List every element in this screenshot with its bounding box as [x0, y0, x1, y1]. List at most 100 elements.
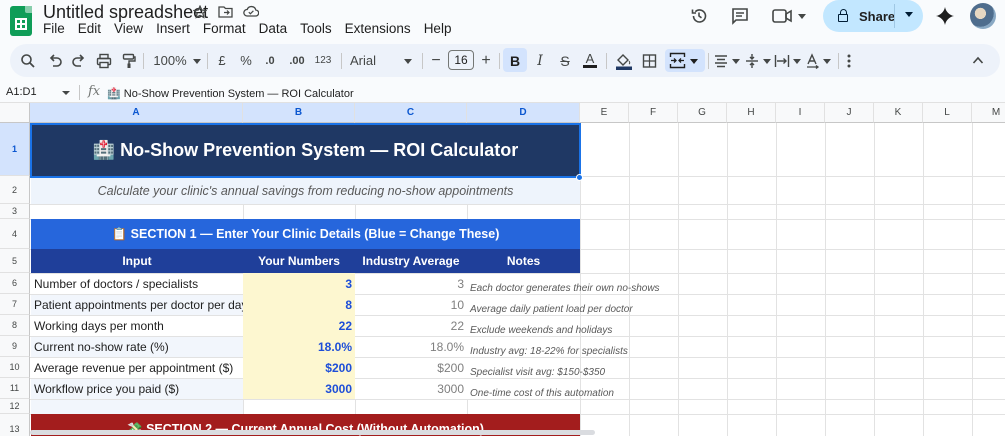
star-icon[interactable]	[193, 5, 207, 19]
spreadsheet-grid[interactable]: A B C D E F G H I J K L M 1 2 3 4 5 6 7 …	[0, 103, 1005, 436]
column-header-k[interactable]: K	[874, 103, 923, 123]
increase-decimal-button[interactable]: .00	[286, 44, 308, 77]
meet-dropdown-icon[interactable]	[798, 14, 806, 19]
borders-icon[interactable]	[642, 53, 657, 69]
search-menus-icon[interactable]	[20, 53, 36, 69]
note-no-show-rate[interactable]: Industry avg: 18-22% for specialists	[467, 341, 687, 362]
more-options-icon[interactable]	[847, 54, 851, 68]
column-header-a[interactable]: A	[30, 103, 243, 123]
row-header-1[interactable]: 1	[0, 123, 30, 176]
average-working-days[interactable]: 22	[355, 315, 467, 336]
column-header-h[interactable]: H	[727, 103, 776, 123]
header-your-numbers[interactable]: Your Numbers	[243, 249, 355, 273]
format-currency-button[interactable]: £	[214, 44, 230, 77]
paint-format-icon[interactable]	[122, 53, 136, 69]
average-revenue[interactable]: $200	[355, 357, 467, 378]
decrease-decimal-button[interactable]: .0	[261, 44, 279, 77]
increase-font-size-button[interactable]: +	[480, 44, 492, 77]
merge-cells-icon[interactable]	[669, 52, 686, 69]
subtitle-cell[interactable]: Calculate your clinic's annual savings f…	[31, 177, 580, 204]
column-header-m[interactable]: M	[972, 103, 1005, 123]
meet-icon[interactable]	[772, 8, 794, 24]
input-value-workflow-price[interactable]: 3000	[243, 378, 355, 399]
menu-tools[interactable]: Tools	[300, 21, 332, 36]
note-doctors[interactable]: Each doctor generates their own no-shows	[467, 278, 687, 299]
row-header-11[interactable]: 11	[0, 378, 30, 399]
header-input[interactable]: Input	[31, 249, 243, 273]
vertical-align-icon[interactable]	[745, 53, 759, 69]
column-header-i[interactable]: I	[776, 103, 825, 123]
bold-button[interactable]: B	[507, 44, 523, 77]
font-size-input[interactable]: 16	[448, 50, 474, 70]
text-wrapping-icon[interactable]	[774, 53, 790, 69]
valign-dropdown-icon[interactable]	[763, 59, 771, 64]
input-value-working-days[interactable]: 22	[243, 315, 355, 336]
zoom-select[interactable]: 100%	[148, 44, 192, 77]
fill-handle[interactable]	[576, 174, 583, 181]
input-label-no-show-rate[interactable]: Current no-show rate (%)	[31, 337, 243, 357]
average-no-show-rate[interactable]: 18.0%	[355, 336, 467, 357]
gemini-sparkle-icon[interactable]	[935, 6, 955, 26]
undo-icon[interactable]	[48, 53, 62, 69]
menu-insert[interactable]: Insert	[156, 21, 190, 36]
note-revenue[interactable]: Specialist visit avg: $150-$350	[467, 362, 687, 383]
row-header-12[interactable]: 12	[0, 399, 30, 414]
decrease-font-size-button[interactable]: −	[430, 44, 442, 77]
row-header-8[interactable]: 8	[0, 315, 30, 336]
average-workflow-price[interactable]: 3000	[355, 378, 467, 399]
collapse-menus-icon[interactable]	[972, 55, 984, 65]
menu-edit[interactable]: Edit	[78, 21, 101, 36]
font-family-select[interactable]: Arial	[350, 44, 396, 77]
note-appointments[interactable]: Average daily patient load per doctor	[467, 299, 687, 320]
row-header-3[interactable]: 3	[0, 204, 30, 219]
menu-help[interactable]: Help	[424, 21, 452, 36]
section1-heading[interactable]: 📋 SECTION 1 — Enter Your Clinic Details …	[31, 219, 580, 249]
menu-file[interactable]: File	[43, 21, 65, 36]
horizontal-align-icon[interactable]	[714, 54, 728, 68]
menu-format[interactable]: Format	[203, 21, 246, 36]
column-header-d[interactable]: D	[467, 103, 580, 123]
row-header-5[interactable]: 5	[0, 249, 30, 273]
merge-dropdown-icon[interactable]	[690, 59, 698, 64]
share-dropdown-icon[interactable]	[905, 12, 913, 17]
input-label-workflow-price[interactable]: Workflow price you paid ($)	[31, 379, 243, 399]
wrap-dropdown-icon[interactable]	[793, 59, 801, 64]
formula-input[interactable]: 🏥 No-Show Prevention System — ROI Calcul…	[107, 87, 354, 100]
version-history-icon[interactable]	[690, 7, 708, 25]
comments-icon[interactable]	[731, 7, 749, 25]
strikethrough-button[interactable]: S	[557, 44, 573, 77]
row-header-7[interactable]: 7	[0, 294, 30, 315]
select-all-corner[interactable]	[0, 103, 30, 123]
note-working-days[interactable]: Exclude weekends and holidays	[467, 320, 687, 341]
column-header-b[interactable]: B	[243, 103, 355, 123]
menu-extensions[interactable]: Extensions	[345, 21, 411, 36]
input-label-appointments[interactable]: Patient appointments per doctor per day	[31, 295, 247, 315]
column-header-e[interactable]: E	[580, 103, 629, 123]
more-formats-button[interactable]: 123	[313, 44, 333, 77]
row-header-13[interactable]: 13	[0, 414, 30, 436]
horizontal-scrollbar[interactable]	[30, 430, 595, 435]
menu-view[interactable]: View	[114, 21, 143, 36]
menu-data[interactable]: Data	[259, 21, 288, 36]
column-header-j[interactable]: J	[825, 103, 874, 123]
header-notes[interactable]: Notes	[467, 249, 580, 273]
halign-dropdown-icon[interactable]	[732, 59, 740, 64]
italic-button[interactable]: I	[532, 44, 548, 77]
input-value-no-show-rate[interactable]: 18.0%	[243, 336, 355, 357]
row-header-10[interactable]: 10	[0, 357, 30, 378]
rotation-dropdown-icon[interactable]	[823, 59, 831, 64]
name-box-dropdown-icon[interactable]	[62, 91, 70, 95]
sheets-logo-icon[interactable]	[10, 6, 32, 36]
font-dropdown-icon[interactable]	[404, 59, 412, 64]
note-workflow-price[interactable]: One-time cost of this automation	[467, 383, 687, 404]
column-header-g[interactable]: G	[678, 103, 727, 123]
redo-icon[interactable]	[72, 53, 86, 69]
print-icon[interactable]	[96, 53, 112, 69]
average-appointments[interactable]: 10	[355, 294, 467, 315]
zoom-dropdown-icon[interactable]	[193, 59, 201, 64]
input-label-working-days[interactable]: Working days per month	[31, 316, 243, 336]
row-header-2[interactable]: 2	[0, 176, 30, 204]
input-value-appointments[interactable]: 8	[243, 294, 355, 315]
cloud-saved-icon[interactable]	[243, 5, 259, 17]
column-header-c[interactable]: C	[355, 103, 467, 123]
